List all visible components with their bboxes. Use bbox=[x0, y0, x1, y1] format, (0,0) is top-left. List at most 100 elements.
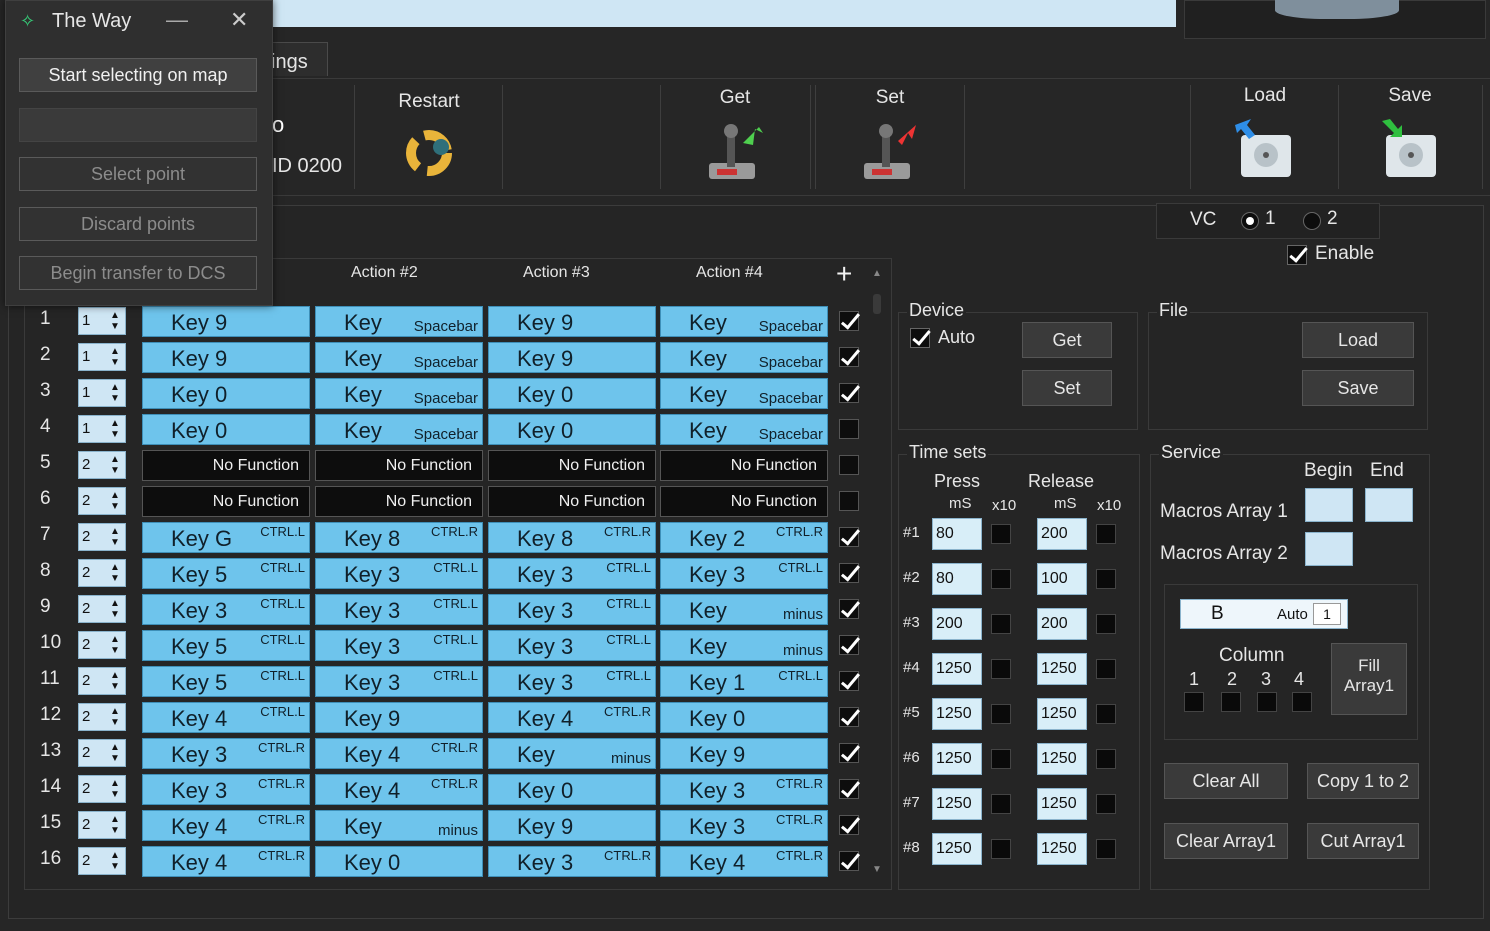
row-enable-checkbox[interactable] bbox=[839, 419, 859, 439]
b-selector[interactable]: B Auto 1 bbox=[1180, 599, 1348, 629]
spinner-arrows-icon[interactable]: ▲ ▼ bbox=[109, 742, 121, 764]
release-time-input[interactable]: 1250 bbox=[1037, 833, 1087, 865]
spinner-arrows-icon[interactable]: ▲ ▼ bbox=[109, 346, 121, 368]
action-cell[interactable]: Key 1 CTRL.L bbox=[660, 666, 828, 697]
action-cell[interactable]: Key 4 CTRL.R bbox=[488, 702, 656, 733]
repeat-spinner[interactable]: 1 ▲ ▼ bbox=[78, 415, 126, 443]
row-enable-checkbox[interactable] bbox=[839, 743, 859, 763]
release-time-input[interactable]: 1250 bbox=[1037, 653, 1087, 685]
discard-points-button[interactable]: Discard points bbox=[19, 207, 257, 241]
repeat-spinner[interactable]: 2 ▲ ▼ bbox=[78, 811, 126, 839]
action-cell[interactable]: Key 3 CTRL.L bbox=[488, 558, 656, 589]
action-cell[interactable]: Key Spacebar bbox=[660, 414, 828, 445]
action-cell[interactable]: Key 4 CTRL.L bbox=[142, 702, 310, 733]
release-time-input[interactable]: 1250 bbox=[1037, 788, 1087, 820]
action-cell[interactable]: Key 5 CTRL.L bbox=[142, 630, 310, 661]
minimize-icon[interactable]: — bbox=[166, 7, 188, 33]
repeat-spinner[interactable]: 2 ▲ ▼ bbox=[78, 775, 126, 803]
auto-checkbox[interactable] bbox=[910, 328, 930, 348]
column-4-checkbox[interactable] bbox=[1292, 692, 1312, 712]
device-set-button[interactable]: Set bbox=[1022, 370, 1112, 406]
action-cell[interactable]: Key 0 bbox=[142, 378, 310, 409]
action-cell[interactable]: No Function bbox=[315, 450, 483, 481]
get-button[interactable]: Get bbox=[675, 87, 795, 191]
action-cell[interactable]: Key 4 CTRL.R bbox=[142, 846, 310, 877]
action-cell[interactable]: Key 5 CTRL.L bbox=[142, 558, 310, 589]
row-enable-checkbox[interactable] bbox=[839, 347, 859, 367]
close-icon[interactable]: ✕ bbox=[230, 7, 248, 33]
action-cell[interactable]: Key 9 bbox=[488, 306, 656, 337]
repeat-spinner[interactable]: 2 ▲ ▼ bbox=[78, 451, 126, 479]
action-cell[interactable]: Key 3 CTRL.R bbox=[488, 846, 656, 877]
repeat-spinner[interactable]: 2 ▲ ▼ bbox=[78, 559, 126, 587]
release-time-input[interactable]: 100 bbox=[1037, 563, 1087, 595]
repeat-spinner[interactable]: 2 ▲ ▼ bbox=[78, 847, 126, 875]
row-enable-checkbox[interactable] bbox=[839, 563, 859, 583]
press-time-input[interactable]: 1250 bbox=[932, 653, 982, 685]
spinner-arrows-icon[interactable]: ▲ ▼ bbox=[109, 562, 121, 584]
action-cell[interactable]: Key 3 CTRL.L bbox=[488, 630, 656, 661]
release-x10-checkbox[interactable] bbox=[1096, 659, 1116, 679]
repeat-spinner[interactable]: 2 ▲ ▼ bbox=[78, 595, 126, 623]
repeat-spinner[interactable]: 2 ▲ ▼ bbox=[78, 667, 126, 695]
release-time-input[interactable]: 1250 bbox=[1037, 743, 1087, 775]
action-cell[interactable]: Key 4 CTRL.R bbox=[660, 846, 828, 877]
repeat-spinner[interactable]: 2 ▲ ▼ bbox=[78, 523, 126, 551]
release-x10-checkbox[interactable] bbox=[1096, 839, 1116, 859]
action-cell[interactable]: Key minus bbox=[315, 810, 483, 841]
action-cell[interactable]: Key 8 CTRL.R bbox=[488, 522, 656, 553]
action-cell[interactable]: Key Spacebar bbox=[315, 342, 483, 373]
action-cell[interactable]: Key 5 CTRL.L bbox=[142, 666, 310, 697]
action-cell[interactable]: Key 9 bbox=[660, 738, 828, 769]
action-cell[interactable]: Key 4 CTRL.R bbox=[315, 738, 483, 769]
action-cell[interactable]: Key 3 CTRL.L bbox=[315, 594, 483, 625]
action-cell[interactable]: Key minus bbox=[660, 594, 828, 625]
action-cell[interactable]: Key 4 CTRL.R bbox=[315, 774, 483, 805]
press-x10-checkbox[interactable] bbox=[991, 794, 1011, 814]
vc-radio-1[interactable] bbox=[1241, 212, 1259, 230]
macros-array-1-begin-field[interactable] bbox=[1305, 488, 1353, 522]
row-enable-checkbox[interactable] bbox=[839, 527, 859, 547]
repeat-spinner[interactable]: 1 ▲ ▼ bbox=[78, 343, 126, 371]
action-cell[interactable]: Key 2 CTRL.R bbox=[660, 522, 828, 553]
action-cell[interactable]: Key 9 bbox=[315, 702, 483, 733]
enable-checkbox[interactable] bbox=[1287, 245, 1307, 265]
action-cell[interactable]: Key 3 CTRL.R bbox=[142, 738, 310, 769]
load-button[interactable]: Load bbox=[1205, 85, 1325, 189]
row-enable-checkbox[interactable] bbox=[839, 851, 859, 871]
row-enable-checkbox[interactable] bbox=[839, 779, 859, 799]
device-get-button[interactable]: Get bbox=[1022, 322, 1112, 358]
action-cell[interactable]: Key 3 CTRL.L bbox=[315, 558, 483, 589]
action-cell[interactable]: Key 0 bbox=[142, 414, 310, 445]
row-enable-checkbox[interactable] bbox=[839, 707, 859, 727]
action-cell[interactable]: No Function bbox=[488, 450, 656, 481]
column-2-checkbox[interactable] bbox=[1221, 692, 1241, 712]
action-cell[interactable]: Key Spacebar bbox=[660, 378, 828, 409]
release-x10-checkbox[interactable] bbox=[1096, 794, 1116, 814]
press-time-input[interactable]: 80 bbox=[932, 563, 982, 595]
action-cell[interactable]: Key 3 CTRL.L bbox=[488, 594, 656, 625]
action-cell[interactable]: Key 4 CTRL.R bbox=[142, 810, 310, 841]
action-cell[interactable]: Key Spacebar bbox=[315, 414, 483, 445]
spinner-arrows-icon[interactable]: ▲ ▼ bbox=[109, 634, 121, 656]
action-cell[interactable]: Key minus bbox=[488, 738, 656, 769]
spinner-arrows-icon[interactable]: ▲ ▼ bbox=[109, 706, 121, 728]
scroll-down-icon[interactable]: ▼ bbox=[870, 864, 884, 875]
press-time-input[interactable]: 1250 bbox=[932, 833, 982, 865]
column-1-checkbox[interactable] bbox=[1184, 692, 1204, 712]
file-load-button[interactable]: Load bbox=[1302, 322, 1414, 358]
spinner-arrows-icon[interactable]: ▲ ▼ bbox=[109, 490, 121, 512]
row-enable-checkbox[interactable] bbox=[839, 815, 859, 835]
row-enable-checkbox[interactable] bbox=[839, 671, 859, 691]
press-time-input[interactable]: 1250 bbox=[932, 743, 982, 775]
action-cell[interactable]: Key 8 CTRL.R bbox=[315, 522, 483, 553]
action-cell[interactable]: No Function bbox=[660, 450, 828, 481]
row-enable-checkbox[interactable] bbox=[839, 383, 859, 403]
spinner-arrows-icon[interactable]: ▲ ▼ bbox=[109, 310, 121, 332]
spinner-arrows-icon[interactable]: ▲ ▼ bbox=[109, 418, 121, 440]
row-enable-checkbox[interactable] bbox=[839, 491, 859, 511]
release-x10-checkbox[interactable] bbox=[1096, 704, 1116, 724]
action-cell[interactable]: Key 9 bbox=[142, 342, 310, 373]
press-x10-checkbox[interactable] bbox=[991, 659, 1011, 679]
press-x10-checkbox[interactable] bbox=[991, 749, 1011, 769]
